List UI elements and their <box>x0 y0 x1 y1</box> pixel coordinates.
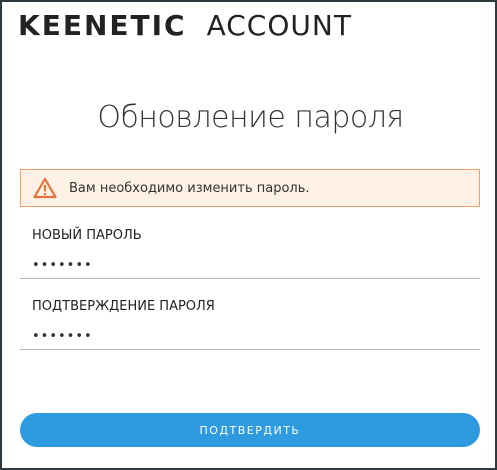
confirm-password-field: ПОДТВЕРЖДЕНИЕ ПАРОЛЯ <box>20 299 480 350</box>
confirm-password-label: ПОДТВЕРЖДЕНИЕ ПАРОЛЯ <box>32 299 215 314</box>
page-title: Обновление пароля <box>97 100 404 135</box>
warning-icon <box>33 177 57 199</box>
logo-product-text: ACCOUNT <box>206 8 352 42</box>
new-password-input[interactable] <box>20 253 480 279</box>
password-change-alert: Вам необходимо изменить пароль. <box>20 169 480 207</box>
new-password-field: НОВЫЙ ПАРОЛЬ <box>20 228 480 279</box>
login-window: KEENETIC ACCOUNT Обновление пароля Вам н… <box>0 0 497 470</box>
alert-message: Вам необходимо изменить пароль. <box>69 180 310 196</box>
confirm-button[interactable]: ПОДТВЕРДИТЬ <box>20 413 480 447</box>
new-password-label: НОВЫЙ ПАРОЛЬ <box>32 228 142 243</box>
logo-brand-text: KEENETIC <box>18 8 187 42</box>
keenetic-account-logo: KEENETIC ACCOUNT <box>18 8 352 42</box>
confirm-password-input[interactable] <box>20 324 480 350</box>
